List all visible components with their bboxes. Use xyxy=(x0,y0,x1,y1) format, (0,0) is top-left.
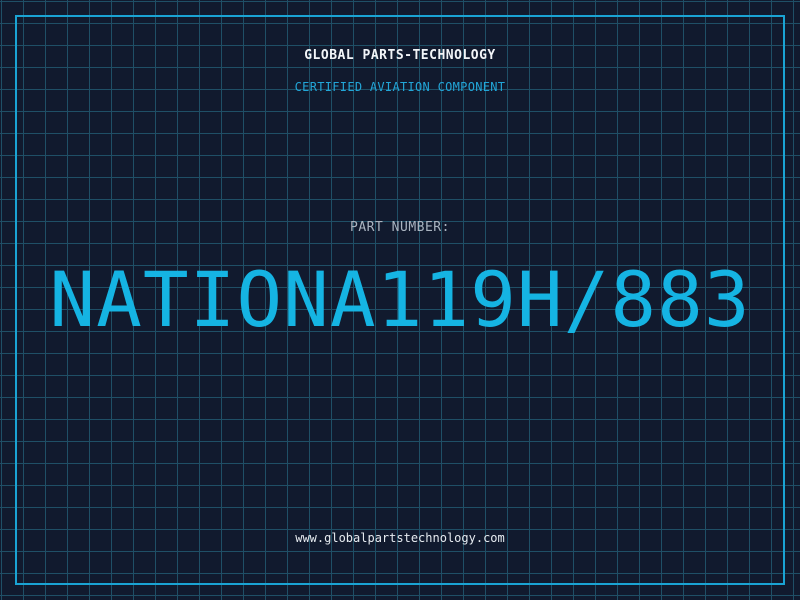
part-number-label: PART NUMBER: xyxy=(350,220,450,235)
brand-name: GLOBAL PARTS-TECHNOLOGY xyxy=(304,48,496,63)
part-number-value: NATIONA119H/883 xyxy=(49,255,751,344)
website-url: www.globalpartstechnology.com xyxy=(295,531,505,545)
brand-tagline: CERTIFIED AVIATION COMPONENT xyxy=(294,80,506,94)
